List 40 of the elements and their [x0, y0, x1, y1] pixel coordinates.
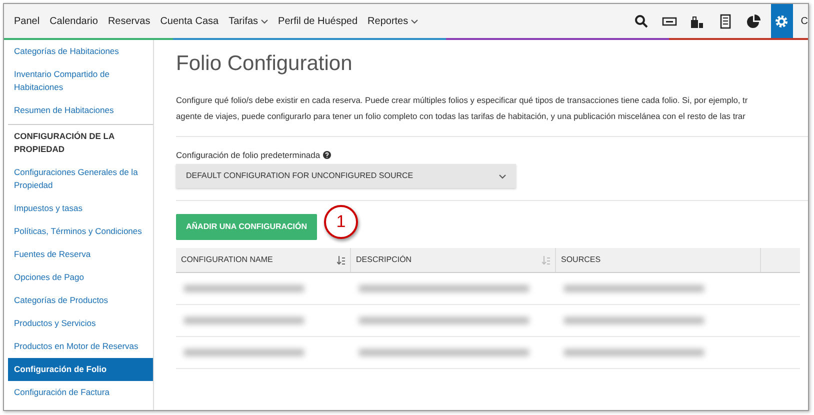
sidebar-item[interactable]: Productos en Motor de Reservas [8, 335, 153, 358]
sidebar-item[interactable]: Categorías de Productos [8, 289, 153, 312]
column-header[interactable]: DESCRIPCIÓN [351, 248, 556, 272]
field-label: Configuración de folio predeterminada [176, 148, 320, 162]
nav-link[interactable]: Tarifas [224, 14, 274, 28]
caret-icon [261, 18, 268, 24]
nav-link[interactable]: C [800, 14, 808, 28]
help-icon [323, 150, 332, 159]
caret-icon [411, 18, 418, 24]
sidebar-item[interactable]: Categorías de Habitaciones [8, 40, 153, 63]
nav-link[interactable]: Reservas [102, 14, 156, 28]
sidebar-item[interactable]: Configuración de Factura [8, 381, 153, 404]
caret-icon [499, 174, 506, 179]
sidebar-item[interactable]: Políticas, Términos y Condiciones [8, 220, 153, 243]
pie-chart-icon[interactable] [746, 14, 762, 28]
page-title: Folio Configuration [176, 51, 354, 77]
nav-link[interactable]: Perfil de Huésped [273, 14, 363, 28]
nav-link[interactable]: Cuenta Casa [155, 14, 224, 28]
column-header: SOURCES [556, 248, 761, 272]
search-icon[interactable] [634, 14, 650, 28]
settings-icon[interactable] [774, 14, 790, 28]
sidebar-item[interactable]: Resumen de Habitaciones [8, 99, 153, 122]
column-header[interactable]: CONFIGURATION NAME [176, 248, 351, 272]
sidebar-item[interactable]: Configuraciones Generales de la Propiedad [8, 161, 153, 197]
description-text: Configure qué folio/s debe existir en cada reserva. Puede crear múltiples folios y especificar qué tipos de transacciones tiene cada folio. Si, por ejemplo, tr [176, 94, 749, 107]
sidebar-item[interactable]: Impuestos y tasas [8, 197, 153, 220]
sidebar-item[interactable]: Productos y Servicios [8, 312, 153, 335]
nav-link[interactable]: Calendario [44, 14, 103, 28]
sort-icon[interactable] [337, 256, 345, 265]
sidebar-item[interactable]: Inventario Compartido de Habitaciones [8, 63, 153, 99]
select-field[interactable]: DEFAULT CONFIGURATION FOR UNCONFIGURED SOURCE [176, 164, 516, 188]
nav-link[interactable]: Reportes [362, 14, 424, 28]
nav-link[interactable]: Panel [9, 14, 45, 28]
description-text: agente de viajes, puede configurarlo para tener un folio completo con todas las tarifas de habitación, y una publicación miscelánea con el resto de las trar [176, 110, 746, 123]
sidebar-item[interactable]: Configuración de Folio [8, 358, 153, 381]
sidebar-item[interactable]: Opciones de Pago [8, 266, 153, 289]
section-heading: CONFIGURACIÓN DE LA PROPIEDAD [8, 124, 153, 161]
grid-icon[interactable] [718, 14, 734, 28]
sidebar-item[interactable]: Fuentes de Reserva [8, 243, 153, 266]
bag-icon[interactable] [690, 14, 706, 28]
